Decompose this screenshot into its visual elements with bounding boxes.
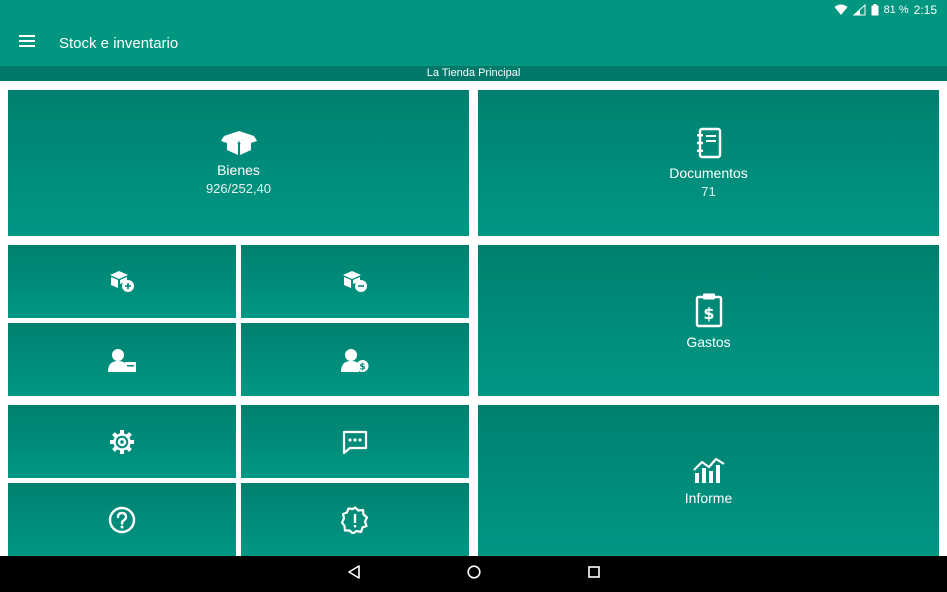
feedback-button[interactable] xyxy=(241,405,469,478)
system-nav-bar xyxy=(0,556,947,592)
box-remove-icon xyxy=(342,270,368,293)
svg-text:$: $ xyxy=(703,304,714,323)
documentos-tile[interactable]: Documentos 71 xyxy=(478,90,939,236)
suppliers-button[interactable] xyxy=(8,323,236,396)
svg-text:$: $ xyxy=(359,362,365,372)
box-icon xyxy=(220,130,257,156)
help-icon xyxy=(108,506,136,534)
store-name: La Tienda Principal xyxy=(0,66,947,81)
settings-button[interactable] xyxy=(8,405,236,478)
box-add-icon xyxy=(109,270,135,293)
supplier-icon xyxy=(108,348,136,372)
customers-button[interactable]: $ xyxy=(241,323,469,396)
documentos-value: 71 xyxy=(701,184,716,199)
menu-button[interactable] xyxy=(0,20,54,66)
gear-icon xyxy=(109,429,135,455)
customer-money-icon: $ xyxy=(341,348,369,372)
receive-goods-button[interactable] xyxy=(8,245,236,318)
chat-icon xyxy=(342,429,368,455)
home-icon xyxy=(466,564,481,584)
recents-button[interactable] xyxy=(534,556,654,592)
bienes-value: 926/252,40 xyxy=(205,181,272,196)
status-bar: 81 % 2:15 xyxy=(0,0,947,20)
app-bar: Stock e inventario xyxy=(0,20,947,66)
wifi-icon xyxy=(834,4,848,16)
gastos-tile[interactable]: $ Gastos xyxy=(478,245,939,396)
clipboard-dollar-icon: $ xyxy=(695,292,723,328)
informe-tile[interactable]: Informe xyxy=(478,405,939,556)
notebook-icon xyxy=(695,127,723,159)
help-button[interactable] xyxy=(8,483,236,556)
bienes-label: Bienes xyxy=(217,162,260,178)
home-button[interactable] xyxy=(414,556,534,592)
gastos-label: Gastos xyxy=(686,333,731,350)
alert-icon xyxy=(341,505,369,534)
chart-icon xyxy=(692,456,726,484)
informe-label: Informe xyxy=(684,489,733,506)
write-off-button[interactable] xyxy=(241,245,469,318)
alert-button[interactable] xyxy=(241,483,469,556)
signal-icon xyxy=(852,4,866,16)
recents-icon xyxy=(587,565,600,583)
battery-icon xyxy=(871,4,879,16)
documentos-label: Documentos xyxy=(669,165,748,181)
back-icon xyxy=(347,564,361,584)
bienes-tile[interactable]: Bienes 926/252,40 xyxy=(8,90,469,236)
clock: 2:15 xyxy=(913,3,937,17)
page-title: Stock e inventario xyxy=(59,34,179,52)
menu-icon xyxy=(19,34,35,52)
back-button[interactable] xyxy=(294,556,414,592)
battery-level: 81 % xyxy=(883,4,909,16)
